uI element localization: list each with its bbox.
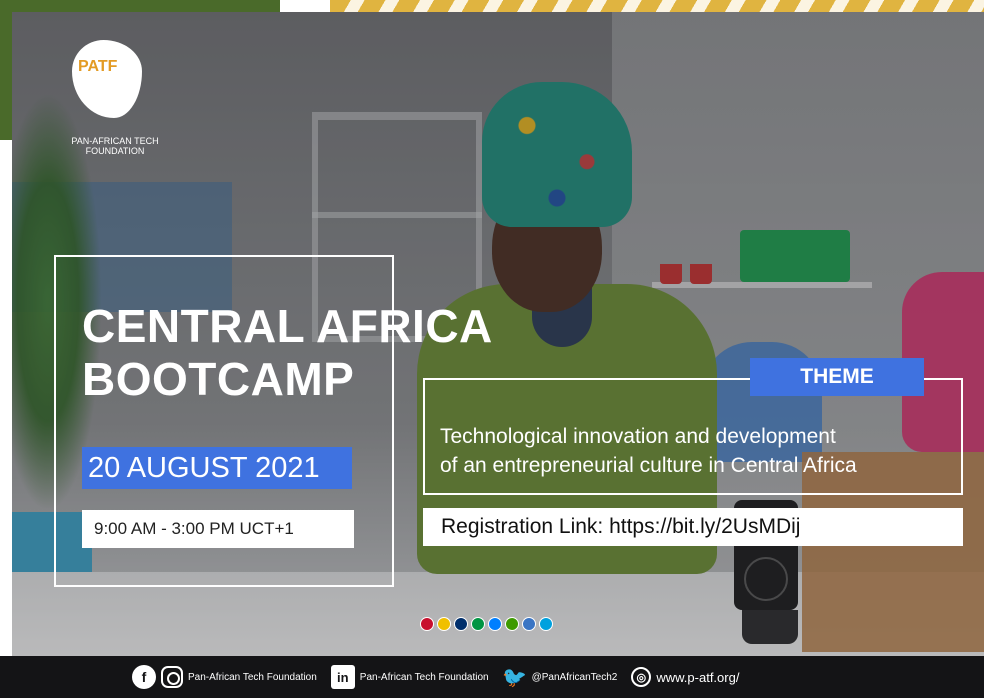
logo-caption: Pan-African Tech Foundation xyxy=(71,136,159,156)
facebook-label[interactable]: Pan-African Tech Foundation xyxy=(188,672,317,683)
theme-line2: of an entrepreneurial culture in Central… xyxy=(440,454,857,477)
website-label[interactable]: www.p-atf.org/ xyxy=(656,670,739,685)
theme-badge: THEME xyxy=(750,358,924,396)
footer-website[interactable]: ◎ www.p-atf.org/ xyxy=(631,667,739,687)
footer-linkedin[interactable]: in Pan-African Tech Foundation xyxy=(330,665,489,689)
flag-cameroon-icon xyxy=(420,617,434,631)
theme-description: Technological innovation and development… xyxy=(440,422,955,480)
flag-rwanda-icon xyxy=(539,617,553,631)
event-time: 9:00 AM - 3:00 PM UCT+1 xyxy=(82,510,354,548)
africa-map-icon xyxy=(72,40,142,118)
theme-line1: Technological innovation and development xyxy=(440,425,836,448)
patf-logo: PATF Pan-African Tech Foundation xyxy=(60,40,160,160)
linkedin-label[interactable]: Pan-African Tech Foundation xyxy=(360,672,489,683)
logo-mark: PATF xyxy=(78,58,118,75)
country-flags xyxy=(420,617,553,635)
flag-equatorial-guinea-icon xyxy=(505,617,519,631)
twitter-icon[interactable]: 🐦 xyxy=(502,665,527,689)
registration-link[interactable]: Registration Link: https://bit.ly/2UsMDi… xyxy=(423,508,963,546)
flag-chad-icon xyxy=(454,617,468,631)
linkedin-icon[interactable]: in xyxy=(330,665,355,689)
frame-top-pattern xyxy=(330,0,984,12)
facebook-icon[interactable]: f xyxy=(132,665,156,689)
instagram-icon[interactable] xyxy=(161,666,183,688)
flag-gabon-icon xyxy=(522,617,536,631)
twitter-label[interactable]: @PanAfricanTech2 xyxy=(532,672,618,683)
flag-congo-icon xyxy=(471,617,485,631)
flag-dr-congo-icon xyxy=(488,617,502,631)
event-title-line1: CENTRAL AFRICA xyxy=(82,300,493,352)
flag-central-african-republic-icon xyxy=(437,617,451,631)
event-date: 20 AUGUST 2021 xyxy=(82,447,352,489)
footer-bar: f Pan-African Tech Foundation in Pan-Afr… xyxy=(0,656,984,698)
globe-icon[interactable]: ◎ xyxy=(631,667,652,687)
footer-facebook-instagram[interactable]: f Pan-African Tech Foundation xyxy=(132,665,317,689)
footer-twitter[interactable]: 🐦 @PanAfricanTech2 xyxy=(502,665,618,689)
